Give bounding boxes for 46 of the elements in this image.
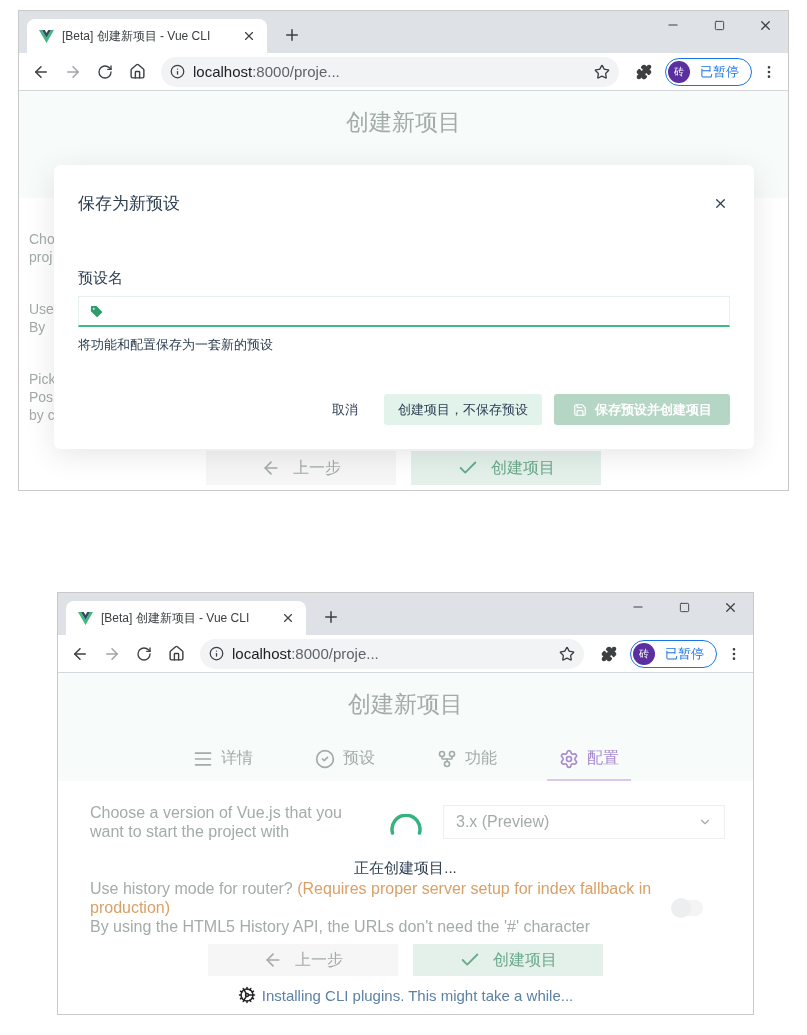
- url-text: localhost:8000/proje...: [193, 63, 341, 80]
- step-tab[interactable]: 详情: [180, 748, 265, 781]
- tag-icon: [89, 303, 104, 319]
- option-label: Use history mode for router? (Requires proper server setup for index fallback in production): [90, 879, 653, 917]
- gear-icon: [237, 986, 256, 1004]
- browser-tab[interactable]: [Beta] 创建新项目 - Vue CLI: [27, 19, 267, 53]
- loading-status: Installing CLI plugins. This might take a while...: [261, 986, 574, 1004]
- check-circle-icon: [314, 748, 335, 769]
- dialog-title: 保存为新预设: [78, 192, 180, 215]
- address-bar[interactable]: localhost:8000/proje...: [161, 56, 619, 87]
- profile-status: 已暂停: [700, 62, 739, 81]
- version-select[interactable]: 3.x (Preview): [443, 805, 725, 839]
- avatar: 砖: [668, 60, 690, 83]
- gear-icon: [558, 748, 579, 769]
- preset-name-field[interactable]: [78, 296, 730, 327]
- vue-logo-icon: [39, 29, 54, 43]
- url-text: localhost:8000/proje...: [232, 645, 380, 662]
- loading-spinner: [389, 814, 422, 835]
- option-label: Use By: [29, 300, 54, 336]
- field-label: 预设名: [78, 269, 124, 288]
- step-tab[interactable]: 功能: [424, 748, 509, 781]
- fork-icon: [436, 748, 457, 769]
- option-label: Choose a version of Vue.js that you want to start the project with: [90, 803, 343, 841]
- step-tab[interactable]: 配置: [546, 748, 631, 781]
- create-button[interactable]: 创建项目: [413, 944, 603, 976]
- vue-logo-icon: [78, 611, 93, 625]
- profile-status: 已暂停: [665, 644, 704, 663]
- option-description: By using the HTML5 History API, the URLs don't need the '#' character: [90, 917, 592, 936]
- avatar: 砖: [633, 642, 655, 665]
- option-label: Pick Pos by c: [29, 370, 56, 424]
- tab-title: [Beta] 创建新项目 - Vue CLI: [62, 27, 212, 45]
- create-button[interactable]: 创建项目: [411, 451, 601, 485]
- save-icon: [572, 402, 587, 417]
- create-button[interactable]: 创建项目，不保存预设: [384, 394, 542, 425]
- address-bar[interactable]: localhost:8000/proje...: [200, 638, 584, 669]
- tab-title: [Beta] 创建新项目 - Vue CLI: [101, 609, 251, 627]
- option-label: Cho proj: [29, 230, 55, 266]
- step-tab[interactable]: 预设: [302, 748, 387, 781]
- page-title: 创建新项目: [346, 108, 461, 137]
- page-title: 创建新项目: [348, 690, 463, 719]
- cancel-button[interactable]: 取消: [318, 394, 372, 425]
- back-button[interactable]: 上一步: [208, 944, 398, 976]
- back-button[interactable]: 上一步: [206, 451, 396, 485]
- field-hint: 将功能和配置保存为一套新的预设: [78, 336, 274, 354]
- browser-tab[interactable]: [Beta] 创建新项目 - Vue CLI: [66, 601, 306, 635]
- loading-message: 正在创建项目...: [354, 859, 457, 878]
